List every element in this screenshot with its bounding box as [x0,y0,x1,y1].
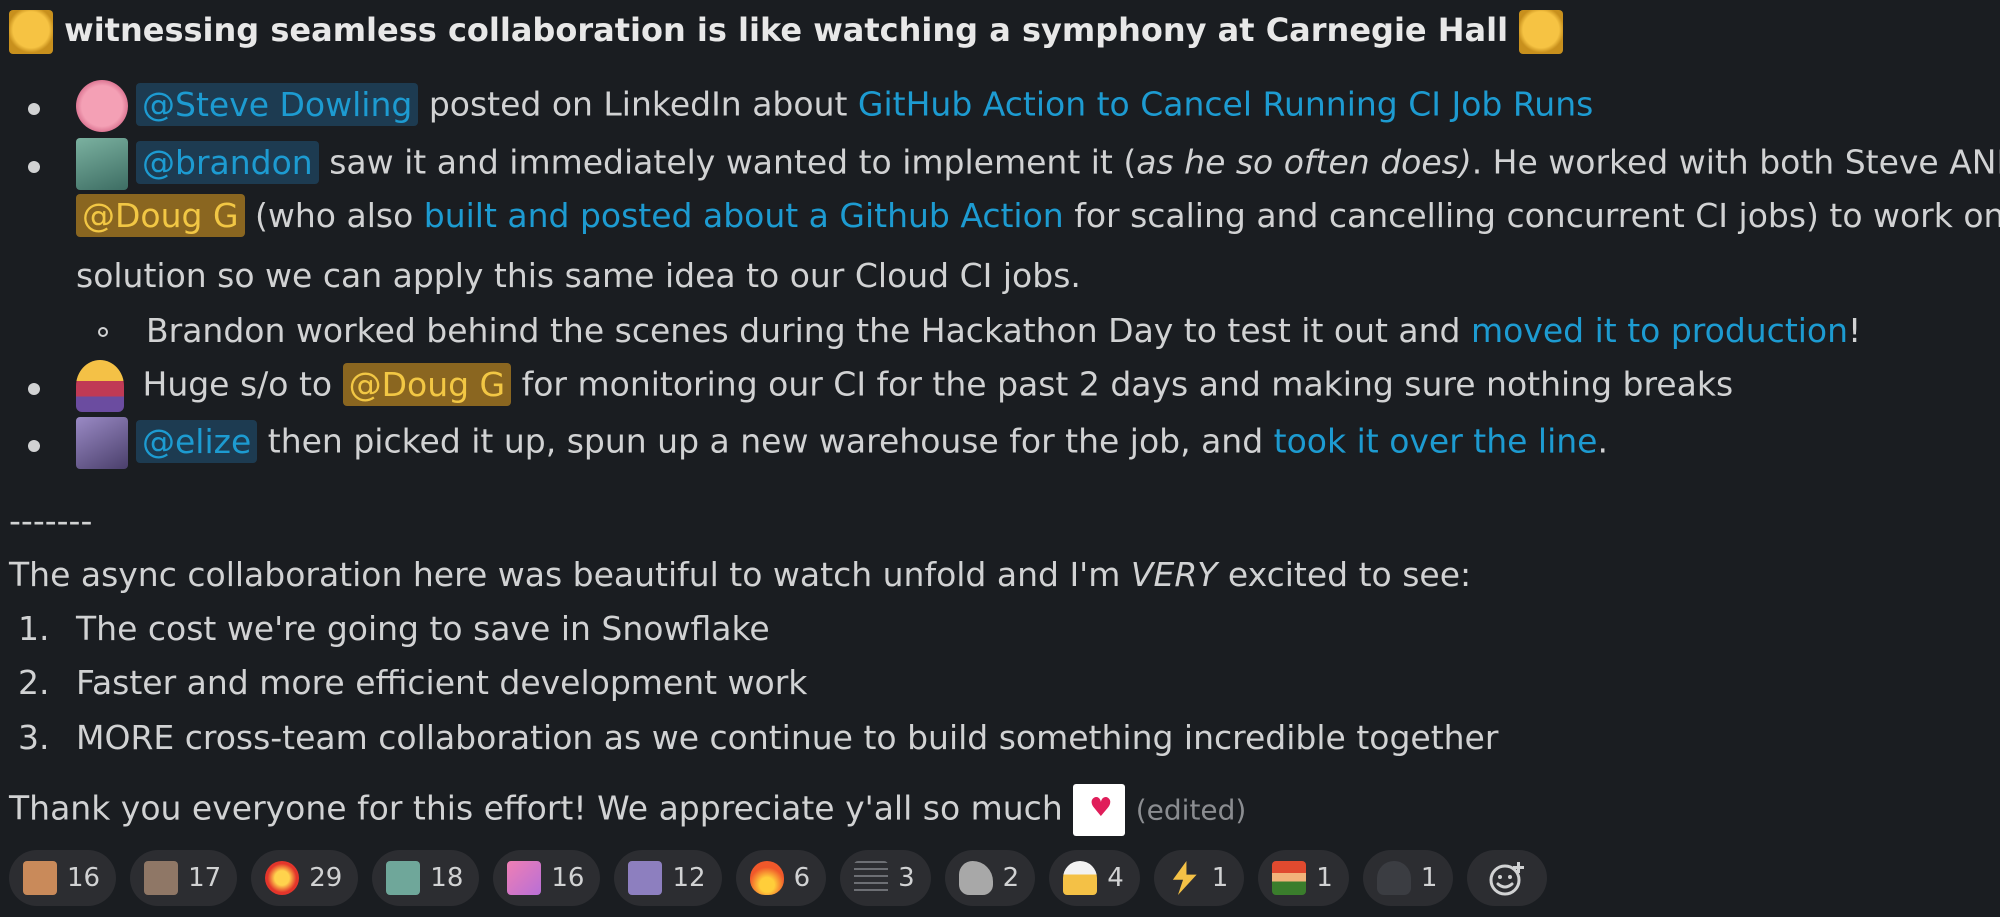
intro-text-a: The async collaboration here was beautif… [9,555,1121,594]
reaction-count: 6 [793,863,811,893]
reaction-pill[interactable]: 1 [1153,850,1245,906]
mention-elize[interactable]: @elize [136,419,258,463]
ordered-item-number: 3. [18,718,50,757]
reaction-pill[interactable]: 4 [1049,850,1140,906]
bullet-2-text-e: solution so we can apply this same idea … [76,256,1081,295]
sub-bullet-item: Brandon worked behind the scenes during … [146,311,1861,350]
ordered-item-2: Faster and more efficient development wo… [76,663,808,702]
darth-vader-emoji-icon [1376,861,1411,895]
bullet-2-italic: as he so often does) [1136,142,1472,182]
reaction-pill[interactable]: 2 [944,850,1036,906]
sheet-music-emoji-icon [854,861,889,895]
reaction-bar: 16 17 29 18 16 12 6 3 2 4 1 1 1 [9,850,1548,906]
lightning-emoji-icon [1172,861,1197,895]
mention-doug-g[interactable]: @Doug G [342,362,512,406]
link-took-it-over-the-line[interactable]: took it over the line [1274,422,1598,461]
fire-emoji-icon [749,861,784,895]
clap-emoji-icon [23,861,57,895]
reaction-count: 1 [1316,863,1333,893]
thanks-line: Thank you everyone for this effort! We a… [9,784,1246,836]
brandon-face-emoji-icon [386,861,421,895]
bullet-item-1: @Steve Dowling posted on LinkedIn about … [76,80,1593,132]
brandon-avatar-icon[interactable] [76,138,128,190]
bullet-item-2-line-2: @Doug G (who also built and posted about… [76,194,2000,237]
pixel-character-emoji-icon [1272,861,1307,895]
mention-doug-g[interactable]: @Doug G [76,194,245,237]
reaction-pill[interactable]: 12 [614,850,722,906]
brain-emoji-icon [76,80,128,132]
elize-avatar-icon[interactable] [76,417,128,469]
intro-line: The async collaboration here was beautif… [9,555,1471,594]
elize-face-emoji-icon [628,861,663,895]
add-reaction-button[interactable] [1467,850,1548,906]
collision-emoji-icon [265,861,300,895]
ordered-item-1: The cost we're going to save in Snowflak… [76,609,770,648]
reaction-pill[interactable]: 29 [251,850,359,906]
link-built-and-posted[interactable]: built and posted about a Github Action [424,196,1064,235]
reaction-count: 16 [551,863,585,893]
sub-bullet-text: Brandon worked behind the scenes during … [146,311,1461,350]
star-struck-emoji-icon [9,10,53,54]
thanks-text: Thank you everyone for this effort! We a… [9,788,1063,828]
intro-italic: VERY [1130,555,1218,594]
link-moved-to-production[interactable]: moved it to production [1471,311,1848,350]
reaction-pill[interactable]: 16 [9,850,117,906]
bullet-2-text-a: saw it and immediately wanted to impleme… [329,142,1137,182]
bullet-item-4: @elize then picked it up, spun up a new … [76,417,1608,469]
reaction-count: 12 [672,863,706,893]
reaction-pill[interactable]: 17 [130,850,238,906]
reaction-pill[interactable]: 1 [1258,850,1349,906]
reaction-count: 29 [309,863,343,893]
bullet-2-text-d: for scaling and cancelling concurrent CI… [1074,196,2000,235]
bullet-marker [28,383,40,395]
reaction-pill[interactable]: 16 [493,850,601,906]
reaction-pill[interactable]: 6 [735,850,827,906]
bullet-item-3: Huge s/o to @Doug G for monitoring our C… [76,360,1733,412]
superhero-emoji-icon [76,360,124,412]
reaction-pill[interactable]: 18 [372,850,480,906]
headline-text: witnessing seamless collaboration is lik… [64,11,1509,49]
bullet-2-text-b: . He worked with both Steve AND [1471,142,2000,182]
bullet-4-text: then picked it up, spun up a new warehou… [267,421,1264,461]
link-github-action-cancel[interactable]: GitHub Action to Cancel Running CI Job R… [858,85,1593,124]
flexed-arm-emoji-icon [958,861,993,895]
bullet-marker [28,161,40,173]
sub-bullet-end: ! [1848,311,1862,350]
ordered-item-3: MORE cross-team collaboration as we cont… [76,718,1499,757]
heart-emoji-icon: ♥ [1073,784,1126,836]
reaction-count: 17 [188,863,222,893]
text-divider: ------- [9,501,93,540]
face-avatar-emoji-icon [144,861,179,895]
reaction-count: 16 [67,863,101,893]
bullet-item-2-line-3: solution so we can apply this same idea … [76,256,1081,295]
edited-label: (edited) [1135,793,1247,827]
bullet-3-text-a: Huge s/o to [142,364,333,404]
sub-bullet-marker [98,327,108,337]
bullet-marker [28,440,40,452]
reaction-count: 4 [1107,863,1124,893]
reaction-pill[interactable]: 1 [1362,850,1454,906]
bullet-3-text-b: for monitoring our CI for the past 2 day… [521,364,1734,404]
bullet-4-end: . [1597,421,1608,461]
bullet-1-text: posted on LinkedIn about [428,84,848,124]
bullet-item-2: @brandon saw it and immediately wanted t… [76,138,2000,190]
reaction-count: 18 [430,863,464,893]
reaction-count: 2 [1002,863,1020,893]
reaction-count: 1 [1211,863,1229,893]
bullet-marker [28,103,40,115]
mention-brandon[interactable]: @brandon [136,140,319,184]
ordered-item-number: 1. [18,609,50,648]
intro-text-b: excited to see: [1227,555,1472,594]
ordered-item-number: 2. [18,663,50,702]
bullet-2-text-c: (who also [255,196,414,235]
reaction-count: 3 [898,863,915,893]
message-headline: witnessing seamless collaboration is lik… [9,10,1564,54]
star-struck-emoji-icon [1519,10,1564,54]
reaction-pill[interactable]: 3 [840,850,931,906]
reaction-count: 1 [1420,863,1438,893]
flamingo-emoji-icon [507,861,542,895]
celebrate-emoji-icon [1063,861,1098,895]
mention-steve-dowling[interactable]: @Steve Dowling [136,82,419,126]
add-emoji-icon [1489,862,1525,896]
